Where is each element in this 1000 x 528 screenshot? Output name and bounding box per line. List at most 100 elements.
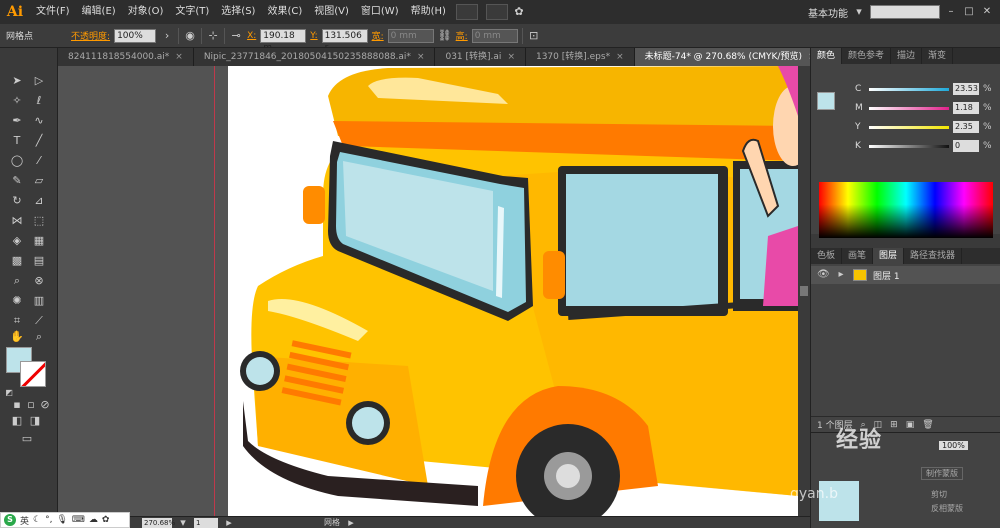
bridge-icon[interactable] bbox=[455, 4, 478, 20]
channel-value-input[interactable]: 2.35 bbox=[953, 121, 979, 133]
channel-slider[interactable] bbox=[869, 87, 949, 91]
active-fill-swatch[interactable] bbox=[817, 92, 835, 110]
menu-type[interactable]: 文字(T) bbox=[169, 0, 215, 24]
close-icon[interactable]: × bbox=[175, 52, 183, 62]
sync-icon[interactable]: ✿ bbox=[512, 5, 526, 19]
artboard-number-input[interactable]: 1 bbox=[194, 517, 218, 528]
tab-brushes[interactable]: 画笔 bbox=[842, 248, 874, 264]
stroke-swatch[interactable] bbox=[20, 361, 46, 387]
moon-icon[interactable]: ☾ bbox=[33, 515, 41, 525]
doc-tab-4[interactable]: 1370 [转换].eps* × bbox=[525, 48, 635, 66]
y-input[interactable]: 131.506 r bbox=[321, 28, 368, 53]
chevron-right-icon[interactable]: › bbox=[160, 29, 174, 43]
pencil-tool-icon[interactable]: ✎ bbox=[8, 172, 26, 190]
channel-slider[interactable] bbox=[869, 144, 949, 148]
recolor-icon[interactable]: ◉ bbox=[183, 29, 197, 43]
chevron-down-icon[interactable]: ▾ bbox=[852, 5, 866, 19]
tab-swatches[interactable]: 色板 bbox=[811, 248, 843, 264]
artboard[interactable] bbox=[228, 66, 798, 516]
eraser-tool-icon[interactable]: ▱ bbox=[30, 172, 48, 190]
menu-view[interactable]: 视图(V) bbox=[308, 0, 355, 24]
doc-tab-1[interactable]: 824111818554000.ai* × bbox=[58, 48, 194, 66]
type-tool-icon[interactable]: T bbox=[8, 132, 26, 150]
magic-wand-icon[interactable]: ✧ bbox=[8, 92, 26, 110]
expand-triangle-icon[interactable]: ▸ bbox=[835, 269, 847, 281]
width-input[interactable]: 0 mm bbox=[387, 28, 434, 43]
brush-tool-icon[interactable]: ⁄ bbox=[30, 152, 48, 170]
new-sublayer-icon[interactable]: ⊞ bbox=[890, 420, 898, 430]
doc-tab-active[interactable]: 未标题-74* @ 270.68% (CMYK/预览)× bbox=[634, 48, 810, 66]
ellipse-tool-icon[interactable]: ◯ bbox=[8, 152, 26, 170]
menu-window[interactable]: 窗口(W) bbox=[355, 0, 405, 24]
direct-selection-tool-icon[interactable]: ▷ bbox=[30, 72, 48, 90]
menu-file[interactable]: 文件(F) bbox=[30, 0, 76, 24]
arrange-documents-icon[interactable] bbox=[485, 4, 508, 20]
eyedropper-icon[interactable]: ⌕ bbox=[8, 272, 26, 290]
trash-icon[interactable]: 🗑 bbox=[922, 420, 933, 430]
tab-gradient[interactable]: 渐变 bbox=[922, 48, 954, 64]
scroll-thumb[interactable] bbox=[800, 286, 808, 296]
tab-color[interactable]: 颜色 bbox=[811, 48, 843, 64]
close-icon[interactable]: × bbox=[616, 52, 624, 62]
reference-point-icon[interactable]: ⊹ bbox=[206, 29, 220, 43]
menu-object[interactable]: 对象(O) bbox=[122, 0, 170, 24]
scale-tool-icon[interactable]: ⊿ bbox=[30, 192, 48, 210]
invert-mask-checkbox[interactable]: 反相蒙版 bbox=[931, 503, 963, 514]
tab-pathfinder[interactable]: 路径查找器 bbox=[904, 248, 963, 264]
mesh-tool-icon[interactable]: ▩ bbox=[8, 252, 26, 270]
maximize-icon[interactable]: □ bbox=[962, 5, 976, 19]
channel-value-input[interactable]: 1.18 bbox=[953, 102, 979, 114]
screen-mode-icon[interactable]: ▭ bbox=[18, 430, 36, 448]
sogou-icon[interactable]: S bbox=[4, 514, 16, 526]
bus-illustration[interactable] bbox=[228, 66, 798, 516]
zoom-input[interactable]: 270.68% bbox=[142, 517, 175, 528]
menu-select[interactable]: 选择(S) bbox=[215, 0, 261, 24]
hand-tool-icon[interactable]: ✋ bbox=[8, 328, 26, 346]
menu-effect[interactable]: 效果(C) bbox=[261, 0, 308, 24]
chevron-right-icon[interactable]: ▸ bbox=[344, 516, 358, 528]
symbol-sprayer-icon[interactable]: ✺ bbox=[8, 292, 26, 310]
blend-tool-icon[interactable]: ⊗ bbox=[30, 272, 48, 290]
keyboard-icon[interactable]: ⌨ bbox=[72, 515, 85, 525]
width-tool-icon[interactable]: ⋈ bbox=[8, 212, 26, 230]
anchor-convert-icon[interactable]: ⊸ bbox=[229, 29, 243, 43]
curvature-tool-icon[interactable]: ∿ bbox=[30, 112, 48, 130]
rotate-tool-icon[interactable]: ↻ bbox=[8, 192, 26, 210]
zoom-tool-icon[interactable]: ⌕ bbox=[30, 328, 48, 346]
line-tool-icon[interactable]: ╱ bbox=[30, 132, 48, 150]
doc-tab-2[interactable]: Nipic_23771846_20180504150235888088.ai* × bbox=[193, 48, 436, 66]
opacity-label[interactable]: 不透明度: bbox=[71, 29, 110, 42]
height-input[interactable]: 0 mm bbox=[471, 28, 518, 43]
close-icon[interactable]: × bbox=[507, 52, 515, 62]
channel-slider[interactable] bbox=[869, 125, 949, 129]
clip-checkbox[interactable]: 剪切 bbox=[931, 489, 947, 500]
vertical-scrollbar[interactable] bbox=[798, 66, 810, 516]
x-input[interactable]: 190.18 m bbox=[260, 28, 307, 53]
minimize-icon[interactable]: – bbox=[944, 5, 958, 19]
selection-tool-icon[interactable]: ➤ bbox=[8, 72, 26, 90]
tab-layers[interactable]: 图层 bbox=[873, 248, 905, 264]
draw-normal-icon[interactable]: ◧ bbox=[8, 412, 26, 430]
draw-behind-icon[interactable]: ◨ bbox=[26, 412, 44, 430]
opacity-input[interactable]: 100% bbox=[114, 28, 157, 43]
ime-toolbar[interactable]: S 英 ☾ °, 🎙 ⌨ ☁ ✿ bbox=[0, 512, 130, 528]
doc-tab-3[interactable]: 031 [转换].ai × bbox=[435, 48, 526, 66]
lasso-icon[interactable]: ℓ bbox=[30, 92, 48, 110]
channel-value-input[interactable]: 0 bbox=[953, 140, 979, 152]
skin-icon[interactable]: ☁ bbox=[89, 515, 98, 525]
settings-icon[interactable]: ✿ bbox=[102, 515, 110, 525]
chevron-down-icon[interactable]: ▾ bbox=[176, 516, 190, 528]
link-icon[interactable]: ⛓ bbox=[438, 29, 452, 43]
eye-icon[interactable]: 👁 bbox=[817, 269, 830, 281]
transparency-opacity-input[interactable]: 100% bbox=[939, 441, 968, 450]
ime-language[interactable]: 英 bbox=[20, 514, 29, 527]
transform-icon[interactable]: ⊡ bbox=[527, 29, 541, 43]
color-spectrum[interactable] bbox=[819, 182, 993, 238]
channel-value-input[interactable]: 23.53 bbox=[953, 83, 979, 95]
new-layer-icon[interactable]: ▣ bbox=[906, 420, 915, 430]
help-search-input[interactable] bbox=[870, 5, 940, 19]
punctuation-icon[interactable]: °, bbox=[45, 515, 52, 525]
layer-row[interactable]: 👁 ▸ 图层 1 bbox=[811, 266, 1000, 284]
graph-tool-icon[interactable]: ▥ bbox=[30, 292, 48, 310]
perspective-grid-icon[interactable]: ▦ bbox=[30, 232, 48, 250]
